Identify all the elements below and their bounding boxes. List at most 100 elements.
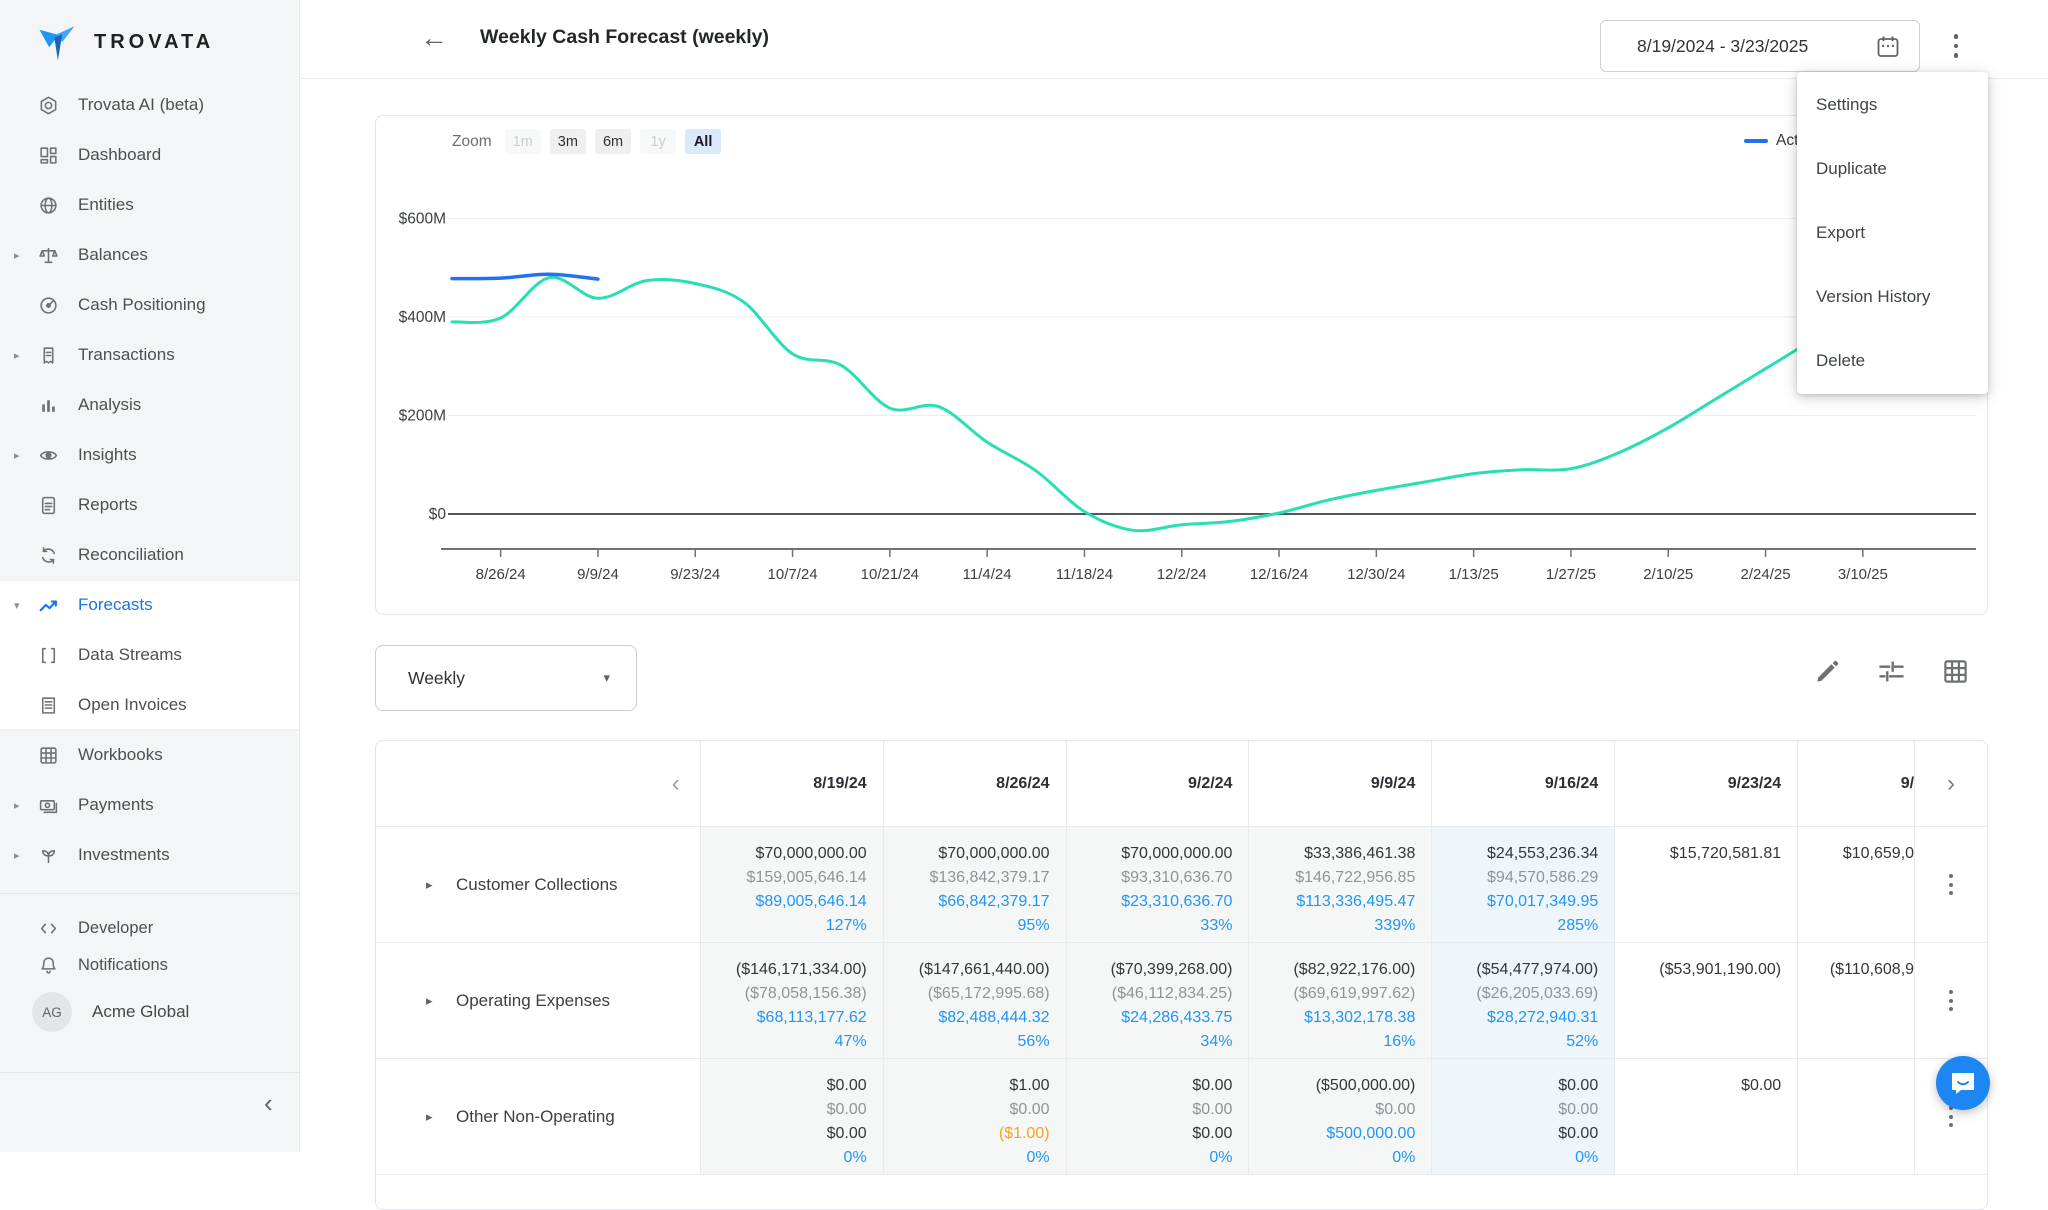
column-header: 8/19/24	[701, 741, 884, 826]
sidebar-item-notifications[interactable]: Notifications	[0, 947, 299, 984]
menu-item-delete[interactable]: Delete	[1797, 329, 1988, 393]
date-range-picker[interactable]: 8/19/2024 - 3/23/2025	[1600, 20, 1920, 72]
cell-value: $1.00	[884, 1074, 1050, 1098]
sidebar-item-label: Analysis	[78, 395, 141, 415]
table-cell: ($110,608,9	[1798, 943, 1915, 1058]
table-cell: $10,659,0	[1798, 827, 1915, 942]
chat-widget-button[interactable]	[1936, 1056, 1990, 1110]
svg-text:$400M: $400M	[399, 309, 446, 326]
table-cell: ($147,661,440.00)($65,172,995.68)$82,488…	[884, 943, 1067, 1058]
row-menu-icon[interactable]	[1943, 984, 1959, 1017]
row-menu-icon[interactable]	[1943, 868, 1959, 901]
svg-text:11/18/24: 11/18/24	[1056, 566, 1113, 583]
sidebar-item-cash-positioning[interactable]: Cash Positioning	[0, 280, 299, 330]
sidebar-item-forecasts[interactable]: ▾ Forecasts	[0, 580, 299, 630]
cell-value: ($1.00)	[884, 1122, 1050, 1146]
sidebar-item-label: Data Streams	[78, 645, 182, 665]
column-header: 9/	[1798, 741, 1915, 826]
cell-value: $93,310,636.70	[1067, 866, 1233, 890]
caret-right-icon[interactable]: ▸	[14, 249, 20, 262]
table-cell	[1798, 1059, 1915, 1174]
cell-value: $70,000,000.00	[1067, 842, 1233, 866]
svg-text:$600M: $600M	[399, 211, 446, 228]
sidebar-collapse-icon[interactable]: ‹	[264, 1088, 273, 1119]
period-select-value: Weekly	[408, 668, 465, 689]
sidebar-item-entities[interactable]: Entities	[0, 180, 299, 230]
sidebar-item-workbooks[interactable]: Workbooks	[0, 730, 299, 780]
cell-value: $113,336,495.47	[1249, 890, 1415, 914]
row-label-cell: ▸ Operating Expenses	[376, 943, 701, 1058]
expand-row-icon[interactable]: ▸	[426, 993, 433, 1009]
column-header: 8/26/24	[884, 741, 1067, 826]
sidebar-item-label: Developer	[78, 919, 153, 938]
cell-value: $0.00	[1432, 1098, 1598, 1122]
caret-down-icon[interactable]: ▾	[14, 599, 20, 612]
cell-value: $136,842,379.17	[884, 866, 1050, 890]
table-header-label-cell: ‹	[376, 741, 701, 826]
date-range-value: 8/19/2024 - 3/23/2025	[1637, 36, 1808, 57]
sidebar-item-label: Forecasts	[78, 595, 153, 615]
sidebar-item-payments[interactable]: ▸Payments	[0, 780, 299, 830]
more-options-icon[interactable]	[1944, 25, 1968, 67]
svg-text:12/30/24: 12/30/24	[1347, 566, 1405, 583]
scale-icon	[38, 244, 60, 266]
table-cell: ($53,901,190.00)	[1615, 943, 1798, 1058]
menu-item-export[interactable]: Export	[1797, 201, 1988, 265]
calendar-icon	[1875, 34, 1901, 65]
cell-value: ($146,171,334.00)	[701, 958, 867, 982]
avatar: AG	[32, 992, 72, 1032]
prev-weeks-chevron-icon[interactable]: ‹	[672, 770, 680, 798]
table-cell: $0.00	[1615, 1059, 1798, 1174]
sidebar-item-label: Insights	[78, 445, 137, 465]
logo-text: TROVATA	[94, 31, 214, 54]
sidebar-item-reconciliation[interactable]: Reconciliation	[0, 530, 299, 580]
caret-right-icon[interactable]: ▸	[14, 349, 20, 362]
sidebar-item-insights[interactable]: ▸ Insights	[0, 430, 299, 480]
cell-value: ($147,661,440.00)	[884, 958, 1050, 982]
sidebar-item-developer[interactable]: Developer	[0, 910, 299, 947]
menu-item-version-history[interactable]: Version History	[1797, 265, 1988, 329]
page-title: Weekly Cash Forecast (weekly)	[480, 26, 769, 49]
sidebar-item-dashboard[interactable]: Dashboard	[0, 130, 299, 180]
sidebar-item-reports[interactable]: Reports	[0, 480, 299, 530]
sidebar-item-open-invoices[interactable]: Open Invoices	[0, 680, 299, 730]
sidebar-item-label: Reconciliation	[78, 545, 184, 565]
cell-value: 0%	[701, 1146, 867, 1170]
sidebar-item-data-streams[interactable]: Data Streams	[0, 630, 299, 680]
account-switcher[interactable]: AG Acme Global	[0, 982, 299, 1042]
expand-row-icon[interactable]: ▸	[426, 877, 433, 893]
sidebar-item-trovata-ai-beta[interactable]: Trovata AI (beta)	[0, 80, 299, 130]
cell-value: $0.00	[1432, 1122, 1598, 1146]
menu-item-settings[interactable]: Settings	[1797, 73, 1988, 137]
table-cell: $70,000,000.00$93,310,636.70$23,310,636.…	[1067, 827, 1250, 942]
sidebar-item-analysis[interactable]: Analysis	[0, 380, 299, 430]
next-weeks-chevron-icon[interactable]: ›	[1947, 770, 1955, 798]
eye-icon	[38, 444, 60, 466]
menu-item-duplicate[interactable]: Duplicate	[1797, 137, 1988, 201]
cell-value: $0.00	[701, 1074, 867, 1098]
dashboard-icon	[38, 144, 60, 166]
forecast-chart-card: Zoom 1m3m6m1yAll Actuals $600M$400M$200M…	[375, 115, 1988, 615]
svg-text:1/13/25: 1/13/25	[1449, 566, 1499, 583]
sync-icon	[38, 544, 60, 566]
sidebar-item-investments[interactable]: ▸Investments	[0, 830, 299, 880]
edit-pencil-icon[interactable]	[1812, 656, 1842, 686]
sidebar-item-label: Dashboard	[78, 145, 161, 165]
receipt-icon	[38, 344, 60, 366]
svg-text:10/7/24: 10/7/24	[768, 566, 818, 583]
sidebar-item-transactions[interactable]: ▸Transactions	[0, 330, 299, 380]
forecast-line-chart[interactable]: $600M$400M$200M$08/26/249/9/249/23/2410/…	[376, 116, 1987, 614]
filter-tune-icon[interactable]	[1876, 656, 1906, 686]
caret-right-icon[interactable]: ▸	[14, 849, 20, 862]
period-select[interactable]: Weekly ▾	[375, 645, 637, 711]
svg-text:2/24/25: 2/24/25	[1741, 566, 1791, 583]
caret-right-icon[interactable]: ▸	[14, 449, 20, 462]
caret-right-icon[interactable]: ▸	[14, 799, 20, 812]
row-label-cell: ▸ Customer Collections	[376, 827, 701, 942]
expand-row-icon[interactable]: ▸	[426, 1109, 433, 1125]
sidebar-footer: Developer Notifications	[0, 893, 299, 984]
grid-view-icon[interactable]	[1940, 656, 1970, 686]
sidebar-item-balances[interactable]: ▸Balances	[0, 230, 299, 280]
back-arrow-icon[interactable]: ←	[420, 22, 448, 54]
document-icon	[38, 494, 60, 516]
